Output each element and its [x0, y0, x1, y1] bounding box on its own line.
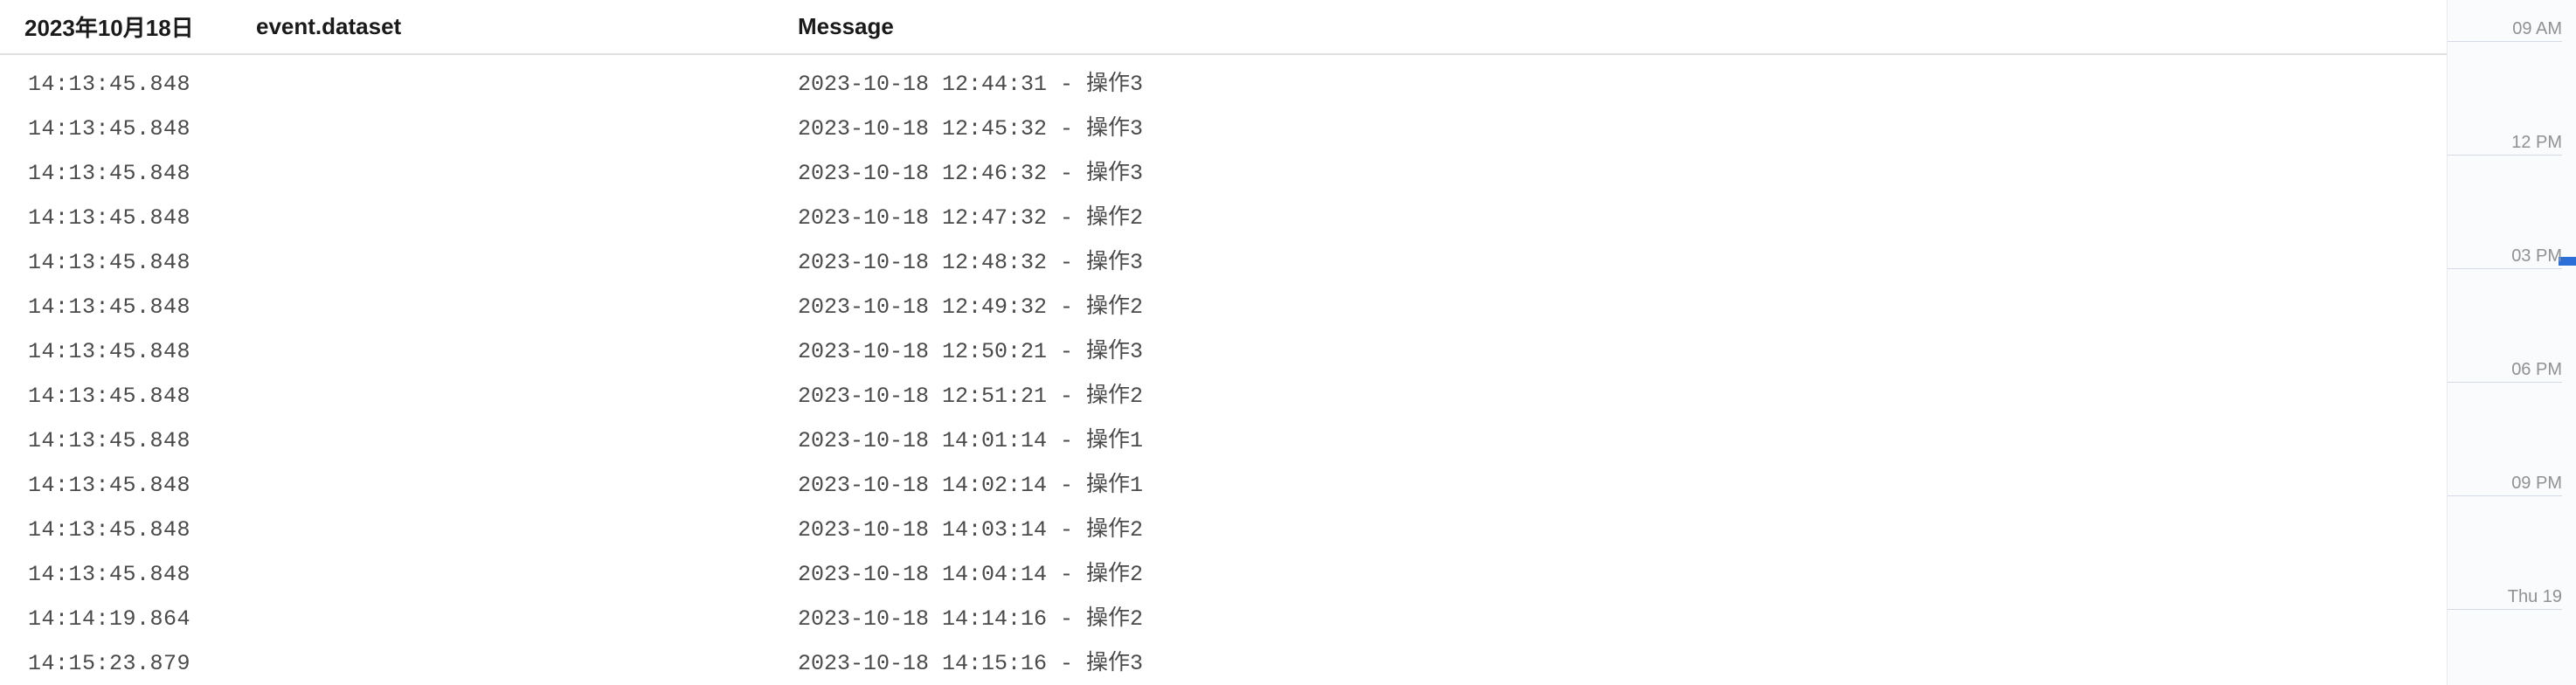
row-message: 2023-10-18 12:45:32 - 操作3	[798, 114, 2447, 144]
table-header: 2023年10月18日 event.dataset Message	[0, 0, 2447, 55]
timeline-tick[interactable]: 09 AM	[2448, 19, 2576, 42]
timeline-tick-label: 03 PM	[2448, 246, 2562, 266]
timeline-tick[interactable]: 06 PM	[2448, 360, 2576, 383]
table-row[interactable]: 14:13:45.848 2023-10-18 12:48:32 - 操作3	[0, 240, 2447, 285]
timeline-tick-line	[2448, 155, 2562, 156]
row-message: 2023-10-18 12:48:32 - 操作3	[798, 247, 2447, 278]
row-time: 14:13:45.848	[28, 336, 256, 367]
table-row[interactable]: 14:13:45.848 2023-10-18 14:03:14 - 操作2	[0, 508, 2447, 552]
timeline-tick[interactable]: 12 PM	[2448, 133, 2576, 156]
row-message: 2023-10-18 14:01:14 - 操作1	[798, 426, 2447, 456]
timeline-tick-line	[2448, 609, 2562, 610]
table-row[interactable]: 14:13:45.848 2023-10-18 14:02:14 - 操作1	[0, 463, 2447, 508]
table-row[interactable]: 14:13:45.848 2023-10-18 12:50:21 - 操作3	[0, 329, 2447, 374]
header-date[interactable]: 2023年10月18日	[24, 10, 256, 43]
row-message: 2023-10-18 14:15:16 - 操作3	[798, 648, 2447, 679]
row-message: 2023-10-18 12:47:32 - 操作2	[798, 203, 2447, 233]
table-row[interactable]: 14:14:19.864 2023-10-18 14:14:16 - 操作2	[0, 597, 2447, 641]
row-time: 14:13:45.848	[28, 203, 256, 233]
timeline-tick[interactable]: Thu 19	[2448, 587, 2576, 610]
table-row[interactable]: 14:13:45.848 2023-10-18 12:51:21 - 操作2	[0, 374, 2447, 419]
log-table-main: 2023年10月18日 event.dataset Message 14:13:…	[0, 0, 2447, 685]
row-message: 2023-10-18 12:49:32 - 操作2	[798, 292, 2447, 322]
row-time: 14:13:45.848	[28, 381, 256, 412]
row-time: 14:13:45.848	[28, 292, 256, 322]
timeline-tick[interactable]: 03 PM	[2448, 246, 2576, 269]
row-message: 2023-10-18 14:04:14 - 操作2	[798, 559, 2447, 590]
row-message: 2023-10-18 12:51:21 - 操作2	[798, 381, 2447, 412]
row-time: 14:13:45.848	[28, 559, 256, 590]
header-message[interactable]: Message	[798, 13, 2447, 40]
timeline-tick-label: 12 PM	[2448, 133, 2562, 153]
row-time: 14:15:23.879	[28, 648, 256, 679]
table-row[interactable]: 14:15:23.879 2023-10-18 14:15:16 - 操作3	[0, 641, 2447, 685]
timeline-tick-line	[2448, 382, 2562, 383]
row-time: 14:13:45.848	[28, 247, 256, 278]
table-row[interactable]: 14:13:45.848 2023-10-18 12:46:32 - 操作3	[0, 151, 2447, 196]
timeline-tick-label: Thu 19	[2448, 587, 2562, 607]
row-message: 2023-10-18 12:46:32 - 操作3	[798, 158, 2447, 189]
row-time: 14:13:45.848	[28, 515, 256, 545]
timeline-tick-line	[2448, 268, 2562, 269]
row-time: 14:13:45.848	[28, 470, 256, 501]
table-row[interactable]: 14:13:45.848 2023-10-18 12:49:32 - 操作2	[0, 285, 2447, 329]
row-message: 2023-10-18 14:02:14 - 操作1	[798, 470, 2447, 501]
timeline-tick-label: 09 AM	[2448, 19, 2562, 39]
timeline-tick[interactable]: 09 PM	[2448, 474, 2576, 496]
row-time: 14:13:45.848	[28, 426, 256, 456]
table-body[interactable]: 14:13:45.8482023-10-18 12:44:31 - 操作314:…	[0, 55, 2447, 685]
row-message: 2023-10-18 12:50:21 - 操作3	[798, 336, 2447, 367]
table-row[interactable]: 14:13:45.848 2023-10-18 12:45:32 - 操作3	[0, 107, 2447, 151]
header-dataset[interactable]: event.dataset	[256, 13, 798, 40]
row-message: 2023-10-18 14:03:14 - 操作2	[798, 515, 2447, 545]
row-message: 2023-10-18 14:14:16 - 操作2	[798, 604, 2447, 634]
timeline-tick-label: 06 PM	[2448, 360, 2562, 380]
timeline-tick-line	[2448, 495, 2562, 496]
timeline-tick-label: 09 PM	[2448, 474, 2562, 494]
row-time: 14:14:19.864	[28, 604, 256, 634]
timeline-sidebar[interactable]: 09 AM 12 PM 03 PM 06 PM 09 PM Thu 19	[2447, 0, 2576, 685]
row-message: 2023-10-18 12:44:31 - 操作3	[798, 69, 2447, 100]
row-time: 14:13:45.848	[28, 158, 256, 189]
table-row[interactable]: 14:13:45.848 2023-10-18 14:01:14 - 操作1	[0, 419, 2447, 463]
row-time: 14:13:45.848	[28, 114, 256, 144]
table-row[interactable]: 14:13:45.848 2023-10-18 14:04:14 - 操作2	[0, 552, 2447, 597]
timeline-tick-line	[2448, 41, 2562, 42]
row-time: 14:13:45.848	[28, 69, 256, 100]
table-row[interactable]: 14:13:45.848 2023-10-18 12:47:32 - 操作2	[0, 196, 2447, 240]
table-row[interactable]: 14:13:45.848 2023-10-18 12:44:31 - 操作3	[0, 62, 2447, 107]
